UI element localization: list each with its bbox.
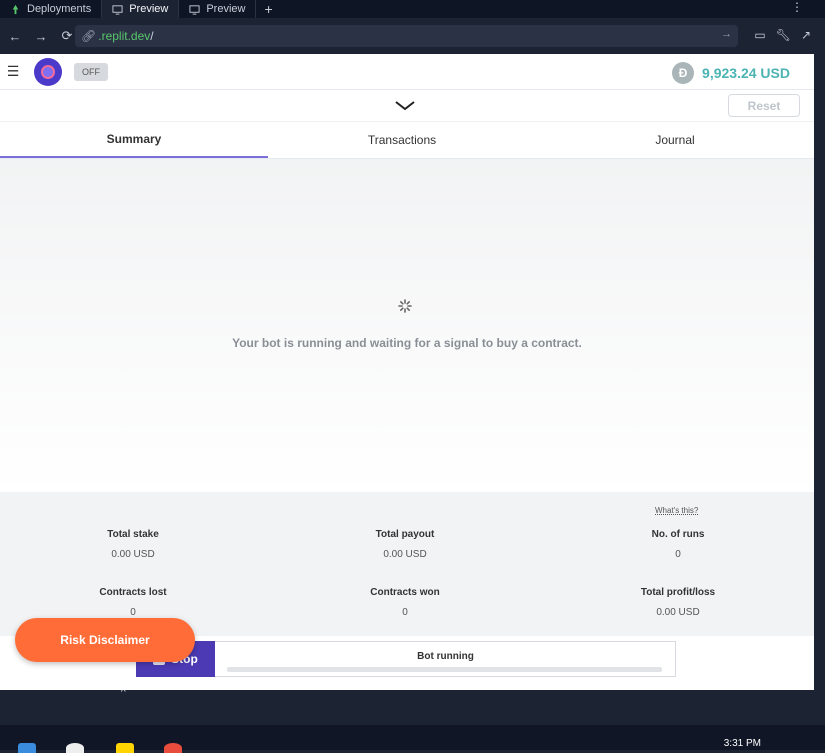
app-logo[interactable] — [34, 57, 62, 86]
stat-value: 0 — [402, 607, 408, 618]
stat-label: Contracts won — [370, 587, 440, 598]
new-tab-button[interactable]: + — [256, 1, 280, 17]
stat-label: No. of runs — [651, 529, 705, 540]
go-icon[interactable]: → — [721, 28, 732, 40]
url-path: / — [150, 29, 154, 43]
tab-preview-active[interactable]: Preview — [102, 0, 180, 18]
bot-status-label: Bot running — [417, 651, 474, 662]
monitor-icon — [112, 4, 123, 15]
summary-panel: Your bot is running and waiting for a si… — [0, 159, 814, 492]
wrench-icon[interactable]: 🔧︎ — [776, 28, 791, 42]
tab-preview[interactable]: Preview — [179, 0, 257, 18]
monitor-icon — [189, 4, 200, 15]
os-taskbar: 3:31 PM — [0, 725, 825, 753]
logo-mark — [41, 64, 55, 79]
run-progress-track — [227, 667, 662, 672]
stat-value: 0.00 USD — [656, 607, 700, 618]
stat-value: 0 — [675, 549, 681, 560]
forward-icon[interactable]: → — [30, 25, 52, 47]
address-bar[interactable]: 🔗︎ .replit.dev / → — [75, 25, 738, 47]
menu-icon[interactable]: ☰ — [0, 63, 26, 80]
browser-toolbar: ← → ⟳ 🔗︎ .replit.dev / → ▭ 🔧︎ ↗ — [0, 18, 825, 54]
toggle-button[interactable]: OFF — [74, 62, 108, 81]
account-balance[interactable]: Đ 9,923.24 USD — [672, 62, 790, 84]
app-icon-notes[interactable] — [116, 743, 134, 753]
stat-label: Total stake — [107, 529, 159, 540]
tab-deployments[interactable]: Deployments — [0, 0, 103, 18]
app-frame: ☰ OFF Đ 9,923.24 USD Reset Summary Trans… — [0, 54, 814, 690]
stat-value: 0.00 USD — [383, 549, 427, 560]
currency-icon: Đ — [672, 62, 695, 84]
tab-label: Preview — [129, 3, 169, 15]
stat-value: 0 — [130, 607, 136, 618]
stat-contracts-won: Contracts won 0 — [305, 587, 505, 618]
stat-total-profit-loss: Total profit/loss 0.00 USD — [578, 587, 778, 618]
loading-spinner-icon — [398, 299, 412, 313]
url-toolbar-icons: ▭ 🔧︎ ↗ — [754, 28, 811, 42]
stat-label: Total profit/loss — [640, 587, 716, 598]
taskbar-clock: 3:31 PM — [723, 738, 761, 749]
risk-disclaimer-button[interactable]: Risk Disclaimer — [15, 618, 195, 662]
stat-value: 0.00 USD — [111, 549, 155, 560]
app-icon-folder[interactable] — [18, 743, 36, 753]
devices-icon[interactable]: ▭ — [754, 28, 765, 42]
control-row: Reset — [0, 90, 814, 122]
stat-total-stake: Total stake 0.00 USD — [33, 529, 233, 560]
status-message: Your bot is running and waiting for a si… — [232, 336, 582, 350]
app-icon-chrome[interactable] — [164, 743, 182, 753]
stats-panel: What's this? Total stake 0.00 USD Total … — [0, 492, 814, 636]
app-icon-tiktok[interactable] — [66, 743, 84, 753]
chevron-down-icon[interactable] — [395, 100, 415, 112]
stat-total-payout: Total payout 0.00 USD — [305, 529, 505, 560]
tab-summary[interactable]: Summary — [0, 122, 268, 158]
chevron-up-icon[interactable]: ^ — [121, 687, 126, 698]
tab-transactions[interactable]: Transactions — [268, 122, 536, 158]
stat-label: Contracts lost — [99, 587, 167, 598]
stat-number-of-runs: No. of runs 0 — [578, 529, 778, 560]
whats-this-link[interactable]: What's this? — [655, 506, 698, 515]
back-icon[interactable]: ← — [4, 25, 26, 47]
panel-tabs: Summary Transactions Journal — [0, 122, 814, 159]
browser-tab-strip: Deployments Preview Preview + ⋮ — [0, 0, 825, 18]
stat-contracts-lost: Contracts lost 0 — [33, 587, 233, 618]
app-header: ☰ OFF Đ 9,923.24 USD — [0, 54, 814, 90]
tab-label: Preview — [206, 3, 246, 15]
deploy-icon — [12, 4, 19, 14]
balance-value: 9,923.24 USD — [702, 65, 790, 81]
more-icon[interactable]: ⋮ — [791, 0, 803, 14]
link-icon: 🔗︎ — [81, 29, 97, 43]
url-host: .replit.dev — [98, 29, 151, 43]
reset-button[interactable]: Reset — [728, 94, 800, 117]
tab-journal[interactable]: Journal — [536, 122, 814, 158]
external-link-icon[interactable]: ↗ — [801, 28, 811, 42]
tab-label: Deployments — [27, 3, 92, 15]
bot-status-box: Bot running — [215, 641, 676, 677]
stat-label: Total payout — [375, 529, 435, 540]
